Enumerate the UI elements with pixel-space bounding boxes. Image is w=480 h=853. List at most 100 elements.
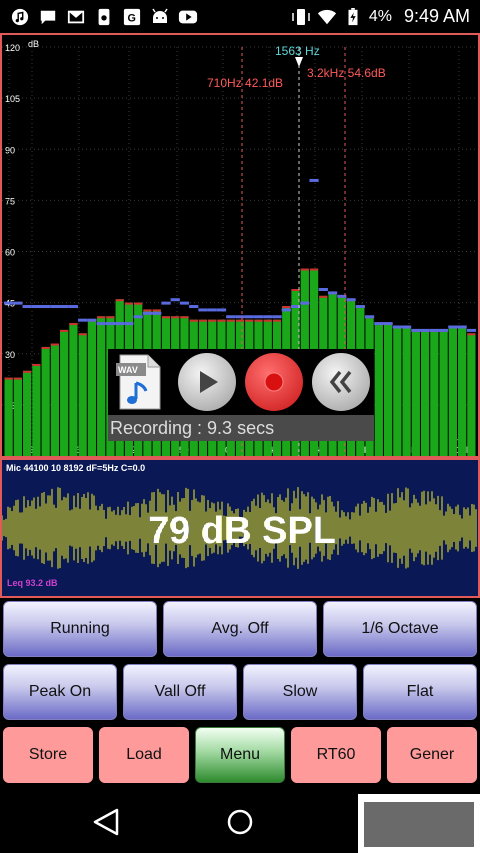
rt60-button[interactable]: RT60 xyxy=(291,727,381,783)
spectrum-bar xyxy=(23,370,32,456)
speed-button[interactable]: Slow xyxy=(243,664,357,720)
store-button[interactable]: Store xyxy=(3,727,93,783)
peak-hold-mark xyxy=(152,311,162,315)
peak-hold-mark xyxy=(374,322,384,326)
peak-hold-mark xyxy=(50,305,60,309)
file-type-label: WAV xyxy=(118,365,138,375)
spectrum-bar-top xyxy=(115,299,124,302)
load-button[interactable]: Load xyxy=(99,727,189,783)
peak-hold-mark xyxy=(355,305,365,309)
spectrum-bar-top xyxy=(32,363,41,366)
peak-hold-mark xyxy=(383,322,393,326)
spectrum-bar-top xyxy=(171,316,180,319)
menu-button[interactable]: Menu xyxy=(195,727,285,783)
spectrum-bar xyxy=(402,326,411,456)
peak-hold-mark xyxy=(448,325,458,329)
gmail-icon xyxy=(66,7,86,27)
spectrum-bar-top xyxy=(13,377,23,380)
generator-button[interactable]: Gener xyxy=(387,727,477,783)
leq-readout: Leq 93.2 dB xyxy=(7,578,58,588)
spectrum-bar xyxy=(374,323,383,456)
peak-hold-mark xyxy=(318,287,328,291)
peak-hold-mark xyxy=(272,315,282,319)
peak-hold-mark xyxy=(87,318,97,322)
spectrum-bar-top xyxy=(4,377,13,380)
peak-hold-mark xyxy=(96,322,106,326)
peak-hold-mark xyxy=(179,301,190,305)
svg-text:G: G xyxy=(128,12,136,24)
recorder-panel: WAV Recording : 9.3 secs xyxy=(108,349,374,441)
spectrum-bar xyxy=(439,329,448,456)
peak-hold-mark xyxy=(115,322,125,326)
running-button[interactable]: Running xyxy=(3,601,157,657)
spectrum-bar-top xyxy=(78,333,87,336)
peak-hold-mark xyxy=(466,328,476,332)
spectrum-bar xyxy=(13,377,23,456)
spectrum-bar-top xyxy=(124,302,134,305)
peak-hold-mark xyxy=(392,325,402,329)
wifi-icon xyxy=(317,7,337,27)
spectrum-bar-top xyxy=(50,343,60,346)
spectrum-bar-top xyxy=(309,268,319,271)
peak-hold-mark xyxy=(31,305,42,309)
spectrum-bar xyxy=(457,326,467,456)
spectrum-bar-top xyxy=(272,319,282,322)
octave-button[interactable]: 1/6 Octave xyxy=(323,601,477,657)
db-tick-label: 90 xyxy=(5,145,15,155)
peak-hold-mark xyxy=(13,301,23,305)
spectrum-bar-top xyxy=(97,316,106,319)
record-button[interactable] xyxy=(245,353,303,411)
notification-icons: G xyxy=(0,7,198,27)
spectrum-bar-top xyxy=(291,288,300,291)
back-icon[interactable] xyxy=(93,808,119,836)
spectrum-bar-top xyxy=(226,319,235,322)
peak-hold-mark xyxy=(401,325,412,329)
audio-file-icon[interactable]: WAV xyxy=(114,353,164,411)
weighting-button[interactable]: Flat xyxy=(363,664,477,720)
spectrum-bar-top xyxy=(69,323,78,326)
spectrum-bar-top xyxy=(180,316,189,319)
peak-hold-mark xyxy=(457,325,467,329)
db-unit-label: dB xyxy=(28,39,39,49)
peak-hold-mark xyxy=(309,178,319,182)
spl-readout: 79 dB SPL xyxy=(148,510,336,552)
spectrum-bar xyxy=(78,333,87,456)
peak-hold-mark xyxy=(133,315,143,319)
peak-hold-mark xyxy=(22,305,32,309)
spectrum-bar-top xyxy=(152,309,161,312)
peak-hold-mark xyxy=(300,301,310,305)
spectrum-bar-top xyxy=(189,319,198,322)
home-icon[interactable] xyxy=(227,809,253,835)
spectrum-bar xyxy=(41,346,50,456)
peak-hold-mark xyxy=(253,315,264,319)
peak-hold-mark xyxy=(438,328,449,332)
peak-hold-mark xyxy=(411,328,421,332)
peak-hold-mark xyxy=(170,298,180,302)
peak-hold-mark xyxy=(142,311,153,315)
waveform-panel[interactable]: Mic 44100 10 8192 dF=5Hz C=0.0 79 dB SPL… xyxy=(0,458,480,598)
peak-hold-mark xyxy=(263,315,273,319)
youtube-icon xyxy=(178,7,198,27)
play-button[interactable] xyxy=(178,353,236,411)
peak-hold-mark xyxy=(420,328,430,332)
lock-icon xyxy=(94,7,114,27)
valley-button[interactable]: Vall Off xyxy=(123,664,237,720)
peak-hold-mark xyxy=(124,322,134,326)
spectrum-bar xyxy=(69,323,78,456)
rewind-button[interactable] xyxy=(312,353,370,411)
spectrum-bar-top xyxy=(208,319,217,322)
spectrum-bar xyxy=(420,329,430,456)
db-tick-label: 120 xyxy=(5,43,20,53)
peak-hold-mark xyxy=(4,301,14,305)
thumbnail-preview xyxy=(364,802,474,847)
peak-hold-mark xyxy=(244,315,254,319)
peak-hold-mark xyxy=(364,315,375,319)
peak-hold-mark xyxy=(216,308,227,312)
peak-hold-mark xyxy=(59,305,69,309)
spectrum-bar-top xyxy=(143,309,152,312)
peak-button[interactable]: Peak On xyxy=(3,664,117,720)
peak-hold-mark xyxy=(226,315,236,319)
spectrum-bar xyxy=(411,329,420,456)
system-icons: 4% 9:49 AM xyxy=(291,6,480,27)
average-button[interactable]: Avg. Off xyxy=(163,601,317,657)
